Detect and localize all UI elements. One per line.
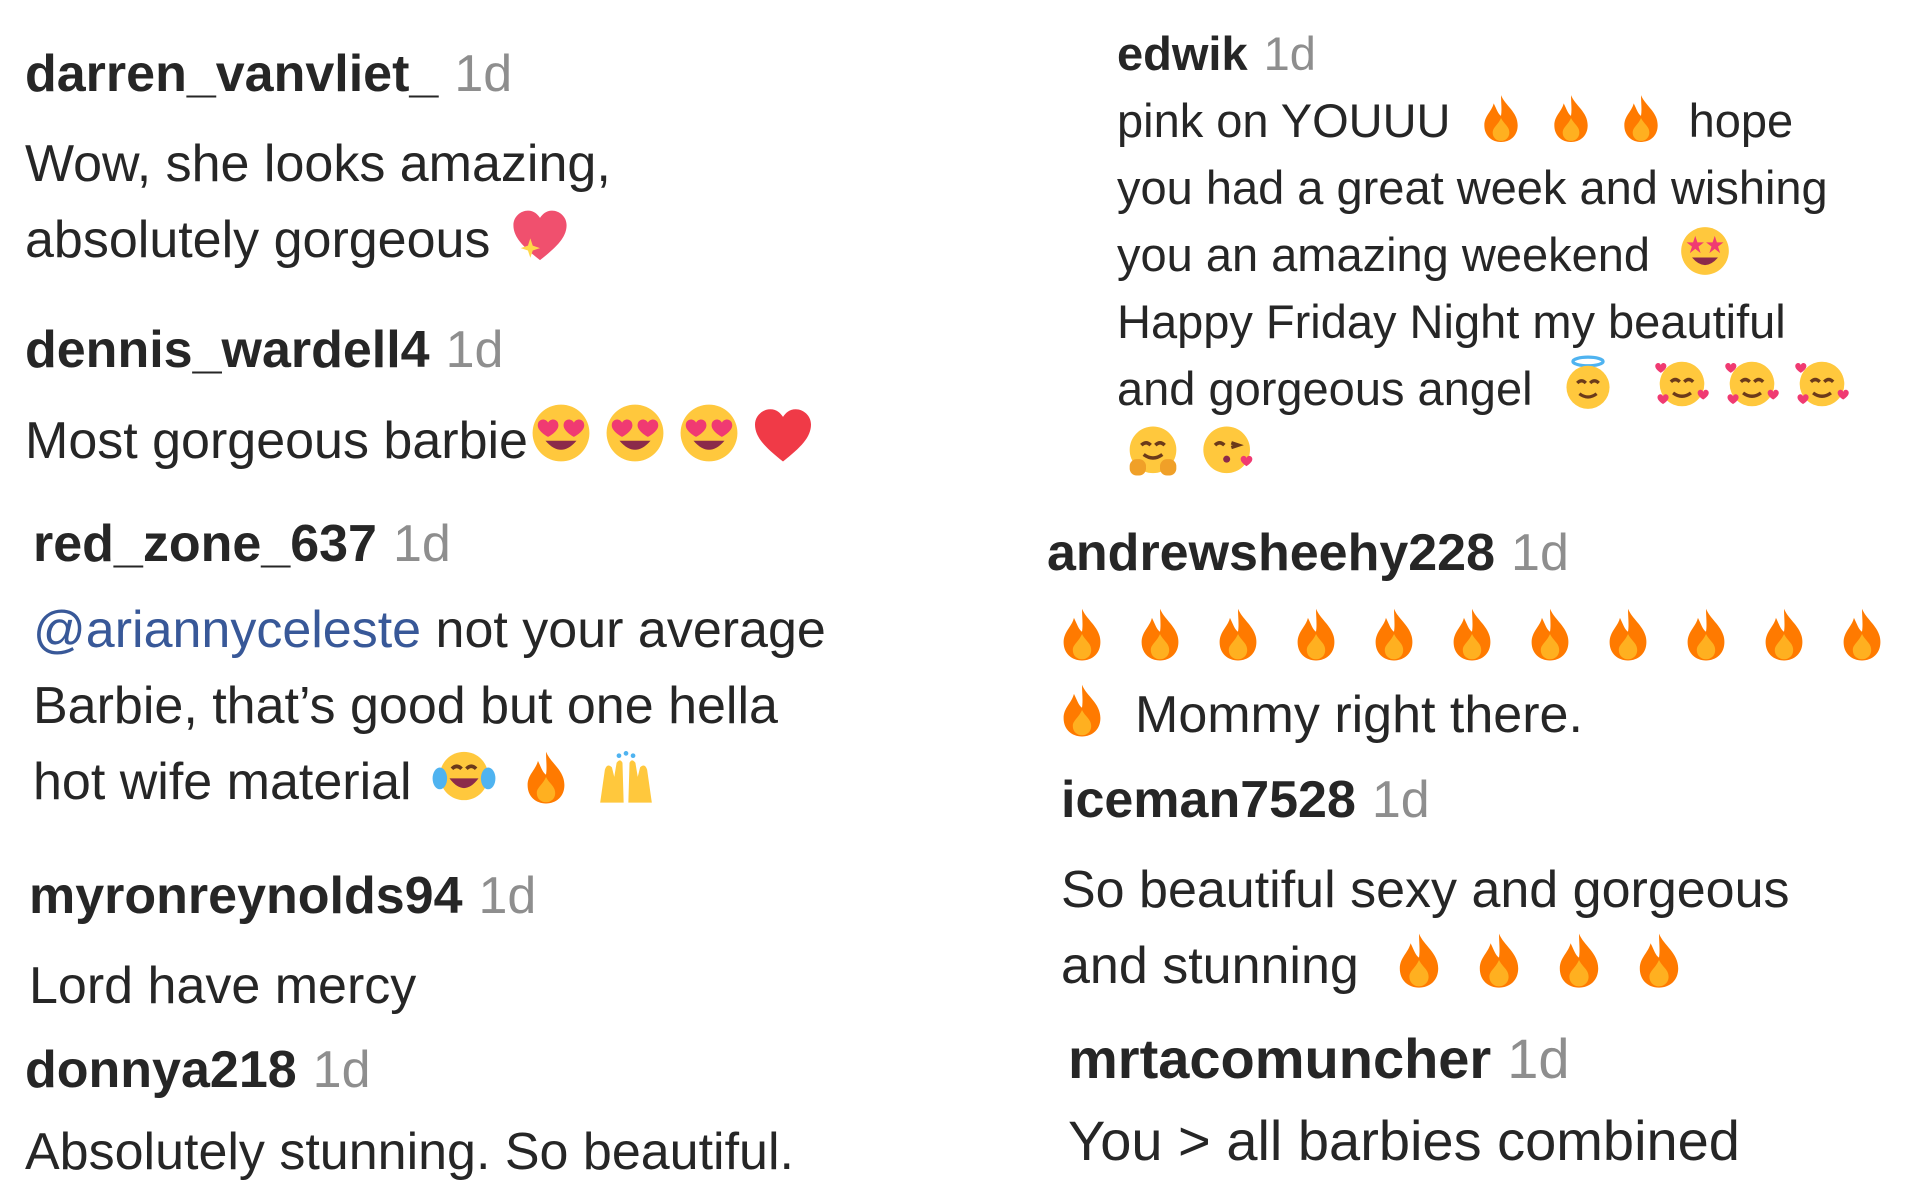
fire-row	[1059, 601, 1901, 677]
fire-icon	[1620, 93, 1662, 143]
fire-icon	[1635, 931, 1683, 989]
comment-username[interactable]: mrtacomuncher	[1068, 1018, 1491, 1100]
fire-icon	[1839, 606, 1885, 662]
comment-timestamp[interactable]: 1d	[393, 506, 451, 582]
comment: donnya218 1d Absolutely stunning. So bea…	[25, 1032, 794, 1190]
comment-line: hope	[1675, 94, 1794, 147]
comment-text: pink on YOUUU hope you had a great week …	[1117, 87, 1857, 489]
fire-icon	[1550, 93, 1592, 143]
comment-line: and stunning	[1061, 937, 1359, 995]
comment-timestamp[interactable]: 1d	[1511, 515, 1569, 591]
fire-icon	[1137, 606, 1183, 662]
comment-text: Wow, she looks amazing, absolutely gorge…	[25, 126, 611, 278]
red-heart-icon	[752, 408, 814, 464]
smiling-face-with-hearts-icon	[1653, 357, 1711, 411]
comment-text: So beautiful sexy and gorgeous and stunn…	[1061, 852, 1790, 1004]
comment-line: not your average	[421, 601, 826, 659]
comment-timestamp[interactable]: 1d	[1372, 762, 1430, 838]
comment-line: hot wife material	[33, 753, 412, 811]
comment-timestamp[interactable]: 1d	[454, 36, 512, 112]
fire-icon	[1761, 606, 1807, 662]
face-blowing-kiss-icon	[1201, 424, 1257, 478]
comment: red_zone_637 1d @ariannyceleste not your…	[33, 506, 826, 820]
comment: darren_vanvliet_ 1d Wow, she looks amazi…	[25, 36, 611, 278]
comment: mrtacomuncher 1d You > all barbies combi…	[1068, 1018, 1740, 1182]
comment-text: Lord have mercy	[29, 948, 536, 1024]
fire-icon	[1395, 931, 1443, 989]
comment-line: Lord have mercy	[29, 957, 417, 1015]
comment-line: and gorgeous angel	[1117, 362, 1533, 415]
comment-line: absolutely gorgeous	[25, 211, 491, 269]
heart-eyes-icon	[604, 402, 666, 464]
heart-eyes-icon	[678, 402, 740, 464]
mention-link[interactable]: @ariannyceleste	[33, 601, 421, 659]
fire-icon	[1480, 93, 1522, 143]
halo-icon	[1562, 355, 1614, 411]
comment: andrewsheehy228 1d Mommy right there.	[1047, 515, 1901, 753]
fire-icon	[1555, 931, 1603, 989]
comment: dennis_wardell4 1d Most gorgeous barbie	[25, 312, 820, 479]
comment-text: Mommy right there.	[1047, 601, 1901, 753]
comment-timestamp[interactable]: 1d	[479, 858, 537, 934]
comment-line: You > all barbies combined	[1068, 1109, 1740, 1172]
fire-icon	[1527, 606, 1573, 662]
comment: edwik 1d pink on YOUUU hope you had a gr…	[1117, 20, 1857, 489]
comment-line: Barbie, that’s good but one hella	[33, 677, 778, 735]
comment: myronreynolds94 1d Lord have mercy	[29, 858, 536, 1024]
smiling-face-with-hearts-icon	[1793, 357, 1851, 411]
smiling-face-with-hearts-icon	[1723, 357, 1781, 411]
comment-username[interactable]: andrewsheehy228	[1047, 515, 1495, 591]
comment-username[interactable]: iceman7528	[1061, 762, 1356, 838]
comment-timestamp[interactable]: 1d	[446, 312, 504, 388]
comment-text: Most gorgeous barbie	[25, 402, 820, 479]
fire-icon	[1475, 931, 1523, 989]
fire-icon	[1215, 606, 1261, 662]
comment-line: So beautiful sexy and gorgeous	[1061, 861, 1790, 919]
fire-icon	[1059, 682, 1105, 738]
comment-timestamp[interactable]: 1d	[1264, 20, 1316, 87]
comment-username[interactable]: red_zone_637	[33, 506, 377, 582]
fire-icon	[1683, 606, 1729, 662]
comment-line: you had a great week and wishing	[1117, 161, 1828, 214]
comment-line: pink on YOUUU	[1117, 94, 1451, 147]
comment-timestamp[interactable]: 1d	[1507, 1018, 1569, 1100]
comment-line: Mommy right there.	[1135, 686, 1583, 744]
comment-line: Happy Friday Night my beautiful	[1117, 295, 1786, 348]
comment-line: you an amazing weekend	[1117, 228, 1651, 281]
tears-of-joy-icon	[432, 747, 496, 805]
sparkling-heart-icon	[511, 209, 569, 263]
comment-username[interactable]: donnya218	[25, 1032, 297, 1108]
comment-text: Absolutely stunning. So beautiful.	[25, 1114, 794, 1190]
fire-icon	[1449, 606, 1495, 662]
comment-username[interactable]: edwik	[1117, 20, 1248, 87]
fire-icon	[523, 749, 569, 805]
comment-line: Most gorgeous barbie	[25, 412, 528, 470]
fire-icon	[1605, 606, 1651, 662]
comment-line: Wow, she looks amazing,	[25, 135, 611, 193]
hugging-face-icon	[1125, 424, 1181, 478]
comment-timestamp[interactable]: 1d	[313, 1032, 371, 1108]
comment-username[interactable]: darren_vanvliet_	[25, 36, 438, 112]
comment-text: You > all barbies combined	[1068, 1100, 1740, 1182]
comment-username[interactable]: myronreynolds94	[29, 858, 463, 934]
comment-text: @ariannyceleste not your average Barbie,…	[33, 592, 826, 820]
comment-username[interactable]: dennis_wardell4	[25, 312, 430, 388]
comment: iceman7528 1d So beautiful sexy and gorg…	[1061, 762, 1790, 1004]
fire-icon	[1293, 606, 1339, 662]
comment-line: Absolutely stunning. So beautiful.	[25, 1123, 794, 1181]
raising-hands-icon	[595, 751, 657, 805]
fire-icon	[1059, 606, 1105, 662]
star-struck-icon	[1679, 225, 1731, 277]
heart-eyes-icon	[530, 402, 592, 464]
fire-icon	[1371, 606, 1417, 662]
